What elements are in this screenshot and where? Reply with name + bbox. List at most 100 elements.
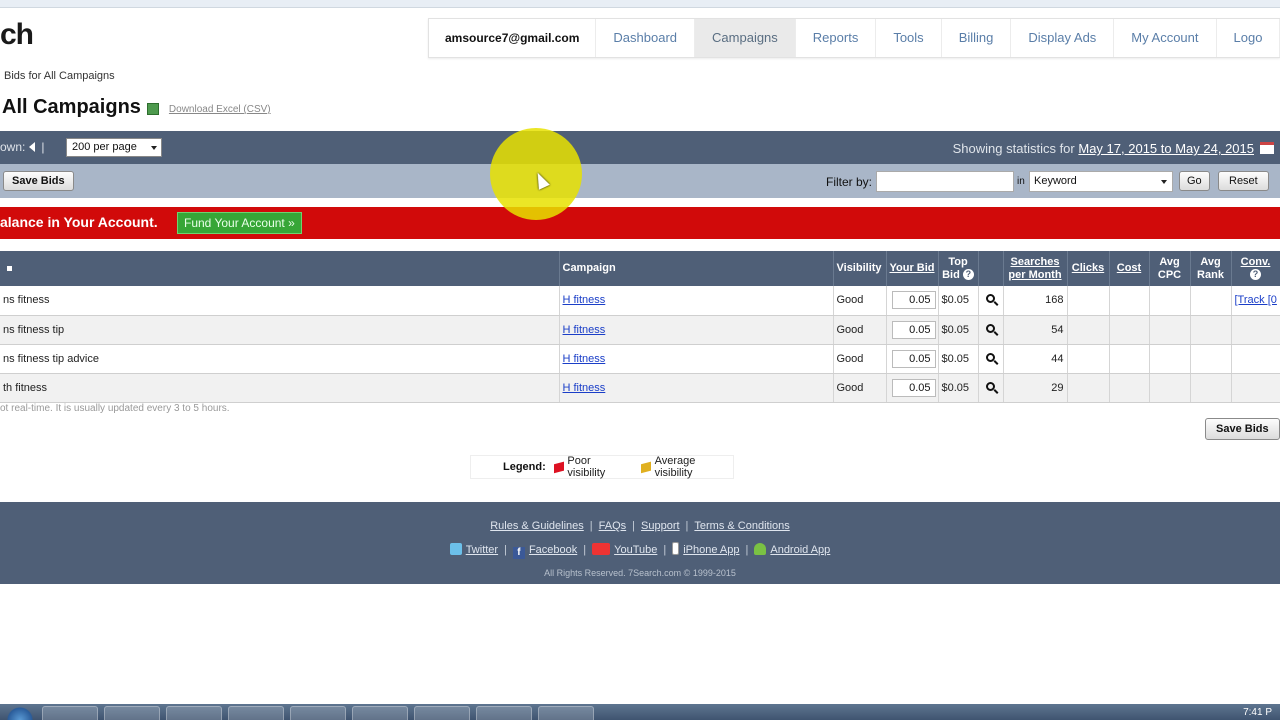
visibility-cell: Good bbox=[833, 286, 887, 316]
breadcrumb: Bids for All Campaigns bbox=[4, 70, 115, 82]
campaign-cell: H fitness bbox=[559, 373, 834, 403]
magnifier-icon[interactable] bbox=[985, 381, 995, 391]
magnifier-icon[interactable] bbox=[985, 352, 995, 362]
chevron-down-icon bbox=[151, 146, 157, 150]
facebook-icon[interactable]: f bbox=[512, 547, 525, 559]
nav-campaigns[interactable]: Campaigns bbox=[695, 19, 796, 57]
iphone-icon[interactable] bbox=[672, 542, 680, 555]
per-page-select[interactable]: 200 per page bbox=[66, 138, 162, 157]
sort-icon[interactable] bbox=[7, 266, 12, 271]
os-taskbar: 7:41 P bbox=[0, 704, 1280, 720]
footer-link-rules[interactable]: Rules & Guidelines bbox=[490, 520, 584, 532]
campaign-link[interactable]: H fitness bbox=[563, 382, 606, 394]
in-label: in bbox=[1017, 176, 1025, 187]
taskbar-app[interactable] bbox=[476, 706, 532, 720]
prev-page-arrow-icon[interactable] bbox=[29, 142, 36, 152]
youtube-icon[interactable] bbox=[592, 543, 611, 555]
footer-link-youtube[interactable]: YouTube bbox=[614, 544, 657, 556]
average-visibility-flag-icon bbox=[640, 461, 651, 473]
col-your-bid[interactable]: Your Bid bbox=[886, 251, 939, 286]
footer-links: Rules & Guidelines | FAQs | Support | Terms & … bbox=[0, 520, 1280, 532]
per-page-value: 200 per page bbox=[72, 141, 137, 153]
bid-input[interactable]: 0.05 bbox=[891, 349, 936, 368]
save-bids-button[interactable]: Save Bids bbox=[3, 171, 74, 191]
searches-cell: 29 bbox=[1003, 373, 1068, 403]
download-csv-link[interactable]: Download Excel (CSV) bbox=[169, 104, 271, 115]
searches-cell: 54 bbox=[1003, 315, 1068, 345]
keyword-cell: ns fitness tip bbox=[0, 315, 560, 345]
start-button-icon[interactable] bbox=[0, 704, 38, 720]
excel-icon[interactable] bbox=[146, 103, 159, 115]
reset-button[interactable]: Reset bbox=[1218, 171, 1269, 191]
top-bid-cell: $0.05 bbox=[938, 344, 979, 374]
taskbar-app[interactable] bbox=[290, 706, 346, 720]
nav-reports[interactable]: Reports bbox=[796, 19, 877, 57]
legend-poor: Poor visibility bbox=[567, 455, 606, 479]
date-range-link[interactable]: May 17, 2015 to May 24, 2015 bbox=[1078, 141, 1254, 156]
bid-input[interactable]: 0.05 bbox=[891, 378, 936, 397]
help-icon[interactable]: ? bbox=[962, 269, 974, 281]
your-bid-cell: 0.05 bbox=[886, 373, 939, 403]
footer-link-facebook[interactable]: Facebook bbox=[529, 544, 577, 556]
col-searches[interactable]: Searches per Month bbox=[1003, 251, 1068, 286]
avg-rank-cell bbox=[1190, 373, 1232, 403]
taskbar-app[interactable] bbox=[42, 706, 98, 720]
track-link[interactable]: [Track [0 bbox=[1235, 294, 1277, 306]
taskbar-app[interactable] bbox=[352, 706, 408, 720]
filter-field-value: Keyword bbox=[1034, 175, 1077, 187]
visibility-cell: Good bbox=[833, 373, 887, 403]
footer-link-iphone[interactable]: iPhone App bbox=[683, 544, 739, 556]
low-balance-alert: alance in Your Account. Fund Your Accoun… bbox=[0, 207, 1280, 239]
taskbar-app[interactable] bbox=[228, 706, 284, 720]
nav-logout[interactable]: Logo bbox=[1217, 19, 1280, 57]
calendar-icon[interactable] bbox=[1260, 142, 1274, 154]
twitter-icon[interactable] bbox=[449, 543, 462, 555]
your-bid-cell: 0.05 bbox=[886, 315, 939, 345]
taskbar-app[interactable] bbox=[104, 706, 160, 720]
filter-field-select[interactable]: Keyword bbox=[1029, 171, 1173, 192]
save-bids-bottom-button[interactable]: Save Bids bbox=[1205, 418, 1280, 440]
footer-link-android[interactable]: Android App bbox=[770, 544, 830, 556]
col-conv[interactable]: Conv. ? bbox=[1231, 251, 1280, 286]
bids-table: Campaign Visibility Your Bid Top Bid ? S… bbox=[0, 251, 1280, 403]
filter-input[interactable] bbox=[876, 171, 1014, 192]
footer-link-faqs[interactable]: FAQs bbox=[599, 520, 627, 532]
magnifier-icon[interactable] bbox=[985, 323, 995, 333]
col-keyword[interactable] bbox=[0, 251, 560, 286]
taskbar-clock[interactable]: 7:41 P bbox=[1243, 704, 1280, 718]
avg-rank-cell bbox=[1190, 315, 1232, 345]
alert-message: alance in Your Account. bbox=[0, 214, 158, 230]
bid-input[interactable]: 0.05 bbox=[891, 320, 936, 339]
campaign-link[interactable]: H fitness bbox=[563, 294, 606, 306]
help-icon[interactable]: ? bbox=[1250, 269, 1261, 281]
nav-display-ads[interactable]: Display Ads bbox=[1011, 19, 1115, 57]
nav-account-email[interactable]: amsource7@gmail.com bbox=[429, 19, 597, 57]
footer-link-support[interactable]: Support bbox=[641, 520, 680, 532]
magnifier-icon[interactable] bbox=[985, 294, 995, 304]
taskbar-app[interactable] bbox=[166, 706, 222, 720]
conv-cell bbox=[1231, 315, 1280, 345]
taskbar-app[interactable] bbox=[414, 706, 470, 720]
searches-cell: 168 bbox=[1003, 286, 1068, 316]
campaign-link[interactable]: H fitness bbox=[563, 353, 606, 365]
footer-link-twitter[interactable]: Twitter bbox=[466, 544, 498, 556]
table-row: ns fitness tip H fitness Good 0.05 $0.05… bbox=[0, 315, 1280, 345]
col-clicks[interactable]: Clicks bbox=[1067, 251, 1110, 286]
main-nav: amsource7@gmail.com Dashboard Campaigns … bbox=[428, 18, 1280, 58]
nav-dashboard[interactable]: Dashboard bbox=[596, 19, 696, 57]
nav-tools[interactable]: Tools bbox=[876, 19, 942, 57]
divider: | bbox=[41, 140, 45, 154]
col-cost[interactable]: Cost bbox=[1109, 251, 1150, 286]
divider: | bbox=[632, 520, 636, 532]
divider: | bbox=[663, 544, 667, 556]
footer-link-terms[interactable]: Terms & Conditions bbox=[694, 520, 789, 532]
nav-my-account[interactable]: My Account bbox=[1114, 19, 1217, 57]
fund-account-button[interactable]: Fund Your Account » bbox=[177, 212, 302, 234]
campaign-link[interactable]: H fitness bbox=[563, 324, 606, 336]
android-icon[interactable] bbox=[754, 543, 767, 555]
nav-billing[interactable]: Billing bbox=[942, 19, 1012, 57]
taskbar-app[interactable] bbox=[538, 706, 594, 720]
site-logo[interactable]: ch bbox=[0, 18, 34, 52]
bid-input[interactable]: 0.05 bbox=[891, 291, 936, 310]
go-button[interactable]: Go bbox=[1179, 171, 1210, 191]
